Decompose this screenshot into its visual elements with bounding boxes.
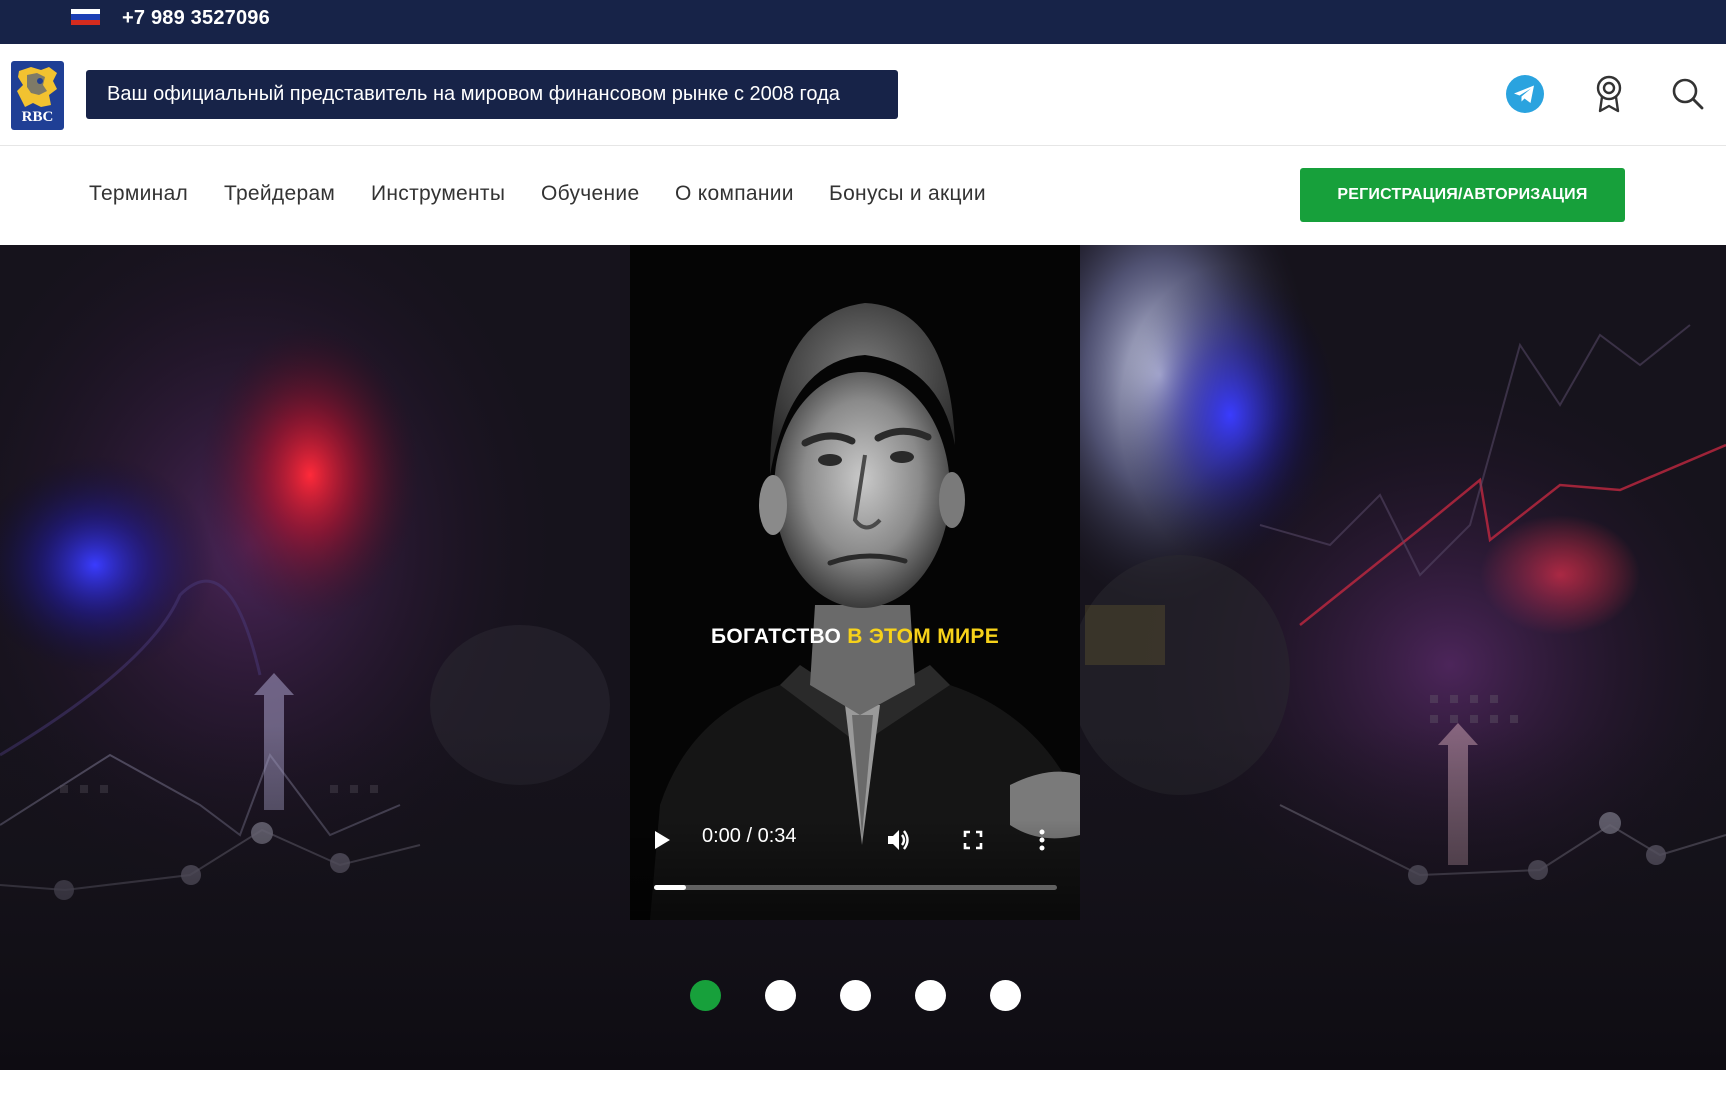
more-options-icon[interactable] [1030,825,1054,855]
video-time: 0:00 / 0:34 [702,825,797,847]
nav-item-instruments[interactable]: Инструменты [371,182,505,206]
tagline: Ваш официальный представитель на мировом… [86,70,898,119]
volume-icon[interactable] [884,825,914,855]
video-player[interactable]: БОГАТСТВО В ЭТОМ МИРЕ 0:00 / 0:34 [630,245,1080,920]
slider-dots [0,980,1726,1012]
slider-dot-2[interactable] [765,980,796,1011]
russia-flag-icon[interactable] [71,9,100,25]
header: RBC Ваш официальный представитель на мир… [0,44,1726,146]
video-progress-fill [654,885,687,890]
nav-item-traders[interactable]: Трейдерам [224,182,335,206]
slider-dot-5[interactable] [990,980,1021,1011]
telegram-icon[interactable] [1503,72,1547,116]
logo-text: RBC [21,109,54,125]
video-progress-bar[interactable] [654,885,1057,890]
nav-item-bonuses[interactable]: Бонусы и акции [829,182,986,206]
video-frame [630,245,1080,920]
award-icon[interactable] [1587,72,1631,116]
slider-dot-4[interactable] [915,980,946,1011]
caption-white-text: БОГАТСТВО [710,625,842,648]
video-caption: БОГАТСТВО В ЭТОМ МИРЕ [630,625,1080,649]
video-controls [630,820,1080,920]
fullscreen-icon[interactable] [958,825,988,855]
main-nav: Терминал Трейдерам Инструменты Обучение … [0,146,1726,245]
caption-yellow-text: В ЭТОМ МИРЕ [847,625,1000,648]
hero-slider: БОГАТСТВО В ЭТОМ МИРЕ 0:00 / 0:34 [0,245,1726,1070]
top-bar: +7 989 3527096 [0,0,1726,44]
nav-item-education[interactable]: Обучение [541,182,639,206]
rbc-logo[interactable]: RBC [11,61,64,130]
phone-number[interactable]: +7 989 3527096 [122,7,270,30]
register-login-button[interactable]: РЕГИСТРАЦИЯ/АВТОРИЗАЦИЯ [1300,168,1625,222]
slider-dot-1[interactable] [690,980,721,1011]
play-icon[interactable] [650,825,674,855]
nav-item-about[interactable]: О компании [675,182,794,206]
search-icon[interactable] [1666,72,1710,116]
nav-item-terminal[interactable]: Терминал [89,182,188,206]
slider-dot-3[interactable] [840,980,871,1011]
